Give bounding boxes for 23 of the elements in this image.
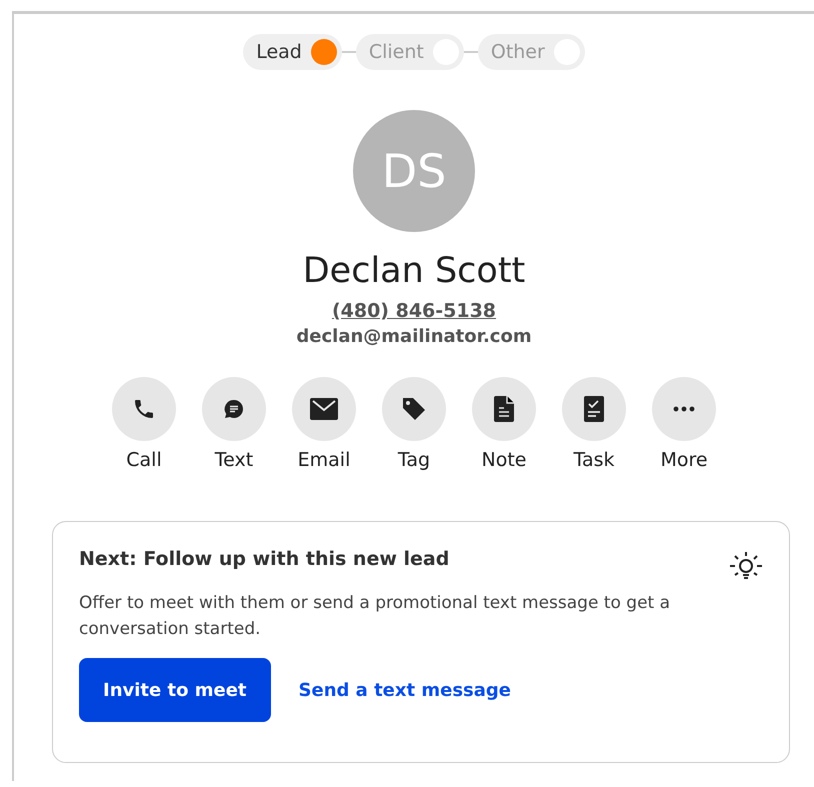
action-label: Tag — [398, 449, 430, 471]
chat-bubble-icon — [222, 397, 246, 421]
checklist-icon — [584, 396, 604, 422]
action-label: More — [660, 449, 708, 471]
tag-icon — [401, 396, 427, 422]
action-label: Email — [298, 449, 350, 471]
phone-icon — [132, 397, 156, 421]
document-icon — [494, 396, 514, 422]
contact-name: Declan Scott — [302, 250, 526, 292]
more-icon — [673, 406, 695, 412]
envelope-icon — [310, 398, 338, 420]
stage-tab[interactable]: Lead — [243, 34, 342, 70]
email-address: declan@mailinator.com — [296, 326, 532, 347]
invite-button[interactable]: Invite to meet — [79, 658, 271, 722]
action-label: Text — [214, 449, 254, 471]
avatar: DS — [353, 110, 475, 232]
send-text-link[interactable]: Send a text message — [298, 680, 511, 700]
action-label: Note — [482, 449, 526, 471]
next-step-title: Next: Follow up with this new lead — [79, 548, 450, 570]
next-step-description: Offer to meet with them or send a promotional text message to get a conversation started. — [79, 592, 672, 641]
action-label: Call — [126, 449, 162, 471]
phone-link[interactable]: (480) 846-5138 — [332, 300, 496, 322]
action-label: Task — [573, 449, 614, 471]
